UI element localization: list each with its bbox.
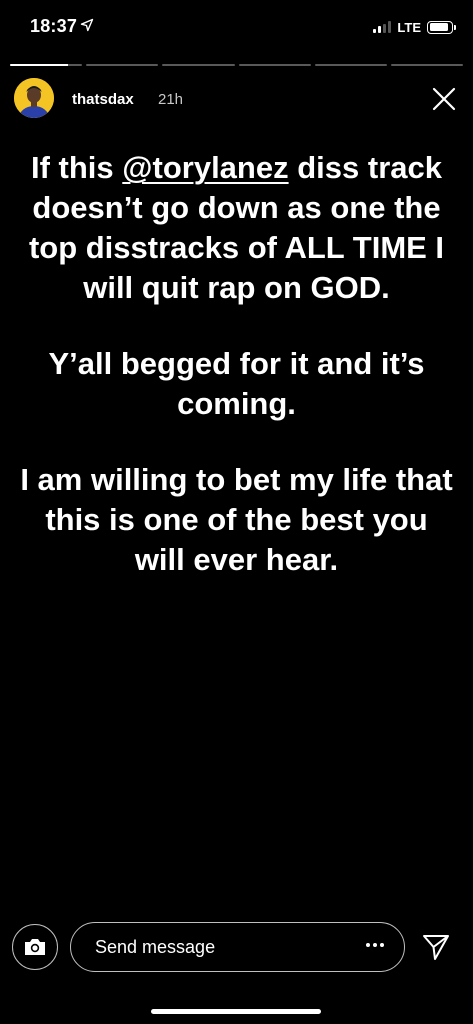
battery-level [429, 23, 449, 31]
story-progress-segment [86, 64, 159, 66]
story-header: thatsdax 21h [14, 78, 459, 122]
avatar-image [14, 78, 54, 118]
signal-bar [378, 26, 382, 33]
mention-link[interactable]: @torylanez [122, 150, 288, 185]
camera-button[interactable] [12, 924, 58, 970]
signal-bar [383, 23, 387, 33]
message-placeholder: Send message [95, 937, 216, 957]
paper-plane-icon[interactable] [421, 932, 451, 962]
story-timestamp: 21h [158, 91, 184, 108]
username[interactable]: thatsdax [72, 91, 134, 108]
story-progress-segment [10, 64, 83, 66]
story-paragraph-3: I am willing to bet my life that this is… [20, 462, 453, 577]
camera-icon [25, 939, 45, 955]
story-paragraph-1: If this @torylanez diss track doesn’t go… [20, 148, 453, 308]
story-progress-segment [314, 64, 387, 66]
avatar[interactable] [14, 78, 54, 118]
close-icon[interactable] [429, 84, 459, 114]
location-arrow-icon [80, 18, 94, 32]
home-indicator[interactable] [151, 1009, 321, 1014]
reply-bar: Send message [0, 918, 473, 974]
story-paragraph-2: Y’all begged for it and it’s coming. [48, 346, 425, 421]
status-indicators: LTE [373, 18, 456, 36]
story-progress-segment [390, 64, 464, 66]
story-text-intro: If this [31, 150, 123, 185]
network-type: LTE [397, 19, 421, 35]
status-bar: 18:37 LTE [0, 0, 473, 54]
story-progress-segment [162, 64, 235, 66]
story-text: If this @torylanez diss track doesn’t go… [20, 148, 453, 580]
battery-icon [427, 20, 456, 34]
story-progress [10, 64, 464, 66]
send-message-input[interactable]: Send message [70, 922, 405, 972]
more-dots-icon[interactable] [366, 943, 384, 947]
signal-bar [388, 21, 392, 33]
signal-bar [373, 29, 377, 33]
story-progress-segment [238, 64, 311, 66]
signal-bars-icon [373, 21, 392, 33]
status-time: 18:37 [30, 16, 78, 36]
